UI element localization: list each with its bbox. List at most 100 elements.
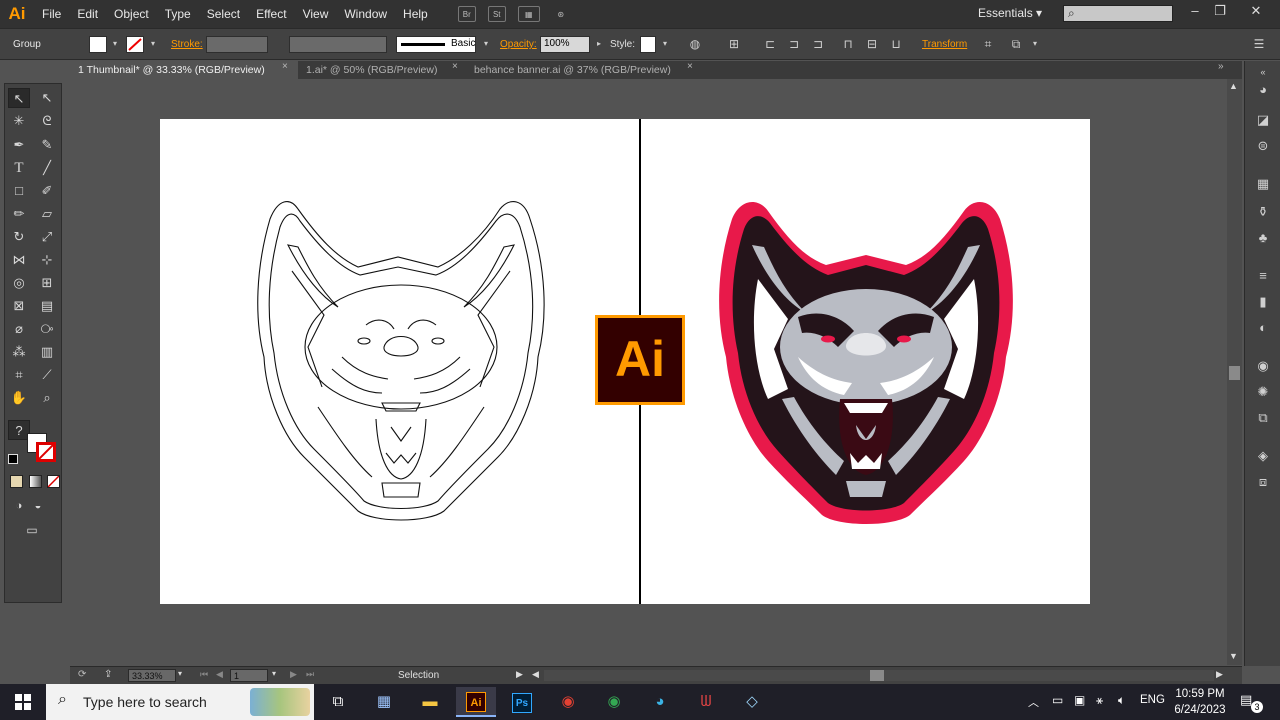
color-guide-icon[interactable]: ◪ (1254, 111, 1272, 129)
variable-width-profile[interactable] (289, 36, 387, 53)
symbol-sprayer-tool-icon[interactable]: ⁂ (8, 342, 30, 362)
restore-button[interactable]: ❐ (1209, 2, 1231, 20)
calculator-app-icon[interactable]: ▦ (364, 687, 404, 717)
graphic-style-swatch[interactable] (640, 36, 656, 53)
rotate-tool-icon[interactable]: ↻ (8, 227, 30, 247)
paintbrush-tool-icon[interactable]: ✐ (36, 181, 58, 201)
chevron-down-icon[interactable]: ▾ (479, 37, 493, 51)
color-mode-button[interactable] (10, 475, 23, 488)
cc-libraries-icon[interactable]: ⊜ (1254, 137, 1272, 155)
system-clock[interactable]: 10:59 PM 6/24/2023 (1170, 686, 1230, 718)
pencil-tool-icon[interactable]: ✏ (8, 204, 30, 224)
wolf-colored-artwork[interactable] (718, 199, 1014, 525)
pen-tool-icon[interactable]: ✒ (8, 135, 30, 155)
column-graph-tool-icon[interactable]: ▥ (36, 342, 58, 362)
share-icon[interactable]: ⇪ (104, 669, 112, 680)
graphic-styles-icon[interactable]: ✺ (1254, 383, 1272, 401)
scrollbar-thumb[interactable] (1229, 366, 1240, 380)
swatches-panel-icon[interactable]: ▦ (1254, 175, 1272, 193)
help-search-input[interactable]: ⌕ (1063, 5, 1173, 22)
slice-tool-icon[interactable]: ⟋ (36, 365, 58, 385)
brushes-panel-icon[interactable]: ⚱ (1254, 203, 1272, 221)
menu-select[interactable]: Select (199, 0, 248, 28)
chevron-down-icon[interactable]: ▾ (272, 669, 276, 678)
appearance-panel-icon[interactable]: ◉ (1254, 357, 1272, 375)
close-tab-icon[interactable]: × (282, 61, 288, 72)
panel-menu-icon[interactable]: ☰ (1252, 37, 1266, 51)
gradient-mode-button[interactable] (29, 475, 42, 488)
fill-stroke-swatches[interactable] (27, 433, 57, 463)
arrange-documents-icon[interactable]: ▦ (517, 6, 540, 22)
close-tab-icon[interactable]: × (687, 61, 693, 72)
artboard[interactable]: Ai (160, 119, 1090, 604)
notes-app-icon[interactable]: ◇ (732, 687, 772, 717)
menu-file[interactable]: File (34, 0, 69, 28)
stock-icon[interactable]: St (487, 6, 506, 22)
isolate-group-icon[interactable]: ⌗ (981, 37, 995, 51)
selection-tool-icon[interactable]: ↖ (8, 88, 30, 108)
gradient-tool-icon[interactable]: ▤ (36, 296, 58, 316)
rectangle-tool-icon[interactable]: □ (8, 181, 30, 201)
artboards-panel-icon[interactable]: ◈ (1254, 447, 1272, 465)
opacity-field[interactable]: 100% (540, 36, 590, 53)
hscroll-left-icon[interactable]: ◀ (532, 669, 539, 680)
horizontal-scrollbar[interactable] (544, 670, 1214, 681)
file-explorer-app-icon[interactable]: ▬ (410, 687, 450, 717)
chevron-down-icon[interactable]: ▾ (658, 37, 672, 51)
artboard-number-field[interactable]: 1 (230, 669, 268, 682)
blend-tool-icon[interactable]: ⧂ (36, 319, 58, 339)
menu-window[interactable]: Window (336, 0, 395, 28)
chrome-profile-app-icon[interactable]: ◉ (594, 687, 634, 717)
tab-behance-banner[interactable]: behance banner.ai @ 37% (RGB/Preview) (466, 61, 702, 79)
align-left-icon[interactable]: ⊏ (763, 37, 777, 51)
hand-tool-icon[interactable]: ✋ (8, 388, 30, 408)
lasso-tool-icon[interactable]: ᘓ (36, 111, 58, 131)
align-right-icon[interactable]: ⊐ (811, 37, 825, 51)
hscroll-right-icon[interactable]: ▶ (1216, 669, 1223, 680)
volume-icon[interactable]: 🔈︎ (1118, 693, 1125, 708)
last-artboard-icon[interactable]: ⏭ (306, 669, 314, 680)
battery-icon[interactable]: ▭ (1052, 693, 1063, 707)
scale-tool-icon[interactable]: ⤢ (36, 227, 58, 247)
menu-object[interactable]: Object (106, 0, 157, 28)
align-bottom-icon[interactable]: ⊔ (889, 37, 903, 51)
tabs-overflow-icon[interactable]: » (1218, 61, 1224, 72)
gpu-performance-icon[interactable]: ⊛ (552, 6, 570, 22)
draw-behind-icon[interactable]: ◒ (27, 496, 49, 516)
next-artboard-icon[interactable]: ▶ (290, 669, 297, 680)
chevron-right-icon[interactable]: ▸ (592, 37, 606, 51)
transparency-panel-icon[interactable]: ◐ (1254, 319, 1272, 337)
previous-artboard-icon[interactable]: ◀ (216, 669, 223, 680)
first-artboard-icon[interactable]: ⏮ (200, 669, 208, 680)
photoshop-app-icon[interactable]: Ps (502, 687, 542, 717)
gradient-panel-icon[interactable]: ▮ (1254, 293, 1272, 311)
align-center-icon[interactable]: ⊐ (787, 37, 801, 51)
menu-type[interactable]: Type (157, 0, 199, 28)
status-menu-icon[interactable]: ▶ (516, 669, 523, 680)
show-hidden-icons-icon[interactable]: ︿ (1028, 694, 1039, 710)
close-tab-icon[interactable]: × (452, 61, 458, 72)
transform-link[interactable]: Transform (922, 39, 967, 50)
hscrollbar-thumb[interactable] (870, 670, 884, 681)
vertical-scrollbar[interactable]: ▲ ▼ (1227, 79, 1242, 665)
task-view-icon[interactable]: ⧉ (318, 687, 358, 717)
taskbar-search-box[interactable]: ⌕ Type here to search (46, 684, 314, 720)
mesh-tool-icon[interactable]: ⊠ (8, 296, 30, 316)
links-panel-icon[interactable]: ⧈ (1254, 473, 1272, 491)
line-segment-tool-icon[interactable]: ╱ (36, 158, 58, 178)
align-top-icon[interactable]: ⊓ (841, 37, 855, 51)
stroke-swatch-large[interactable] (36, 442, 56, 462)
wps-app-icon[interactable]: ᗯ (686, 687, 726, 717)
symbols-panel-icon[interactable]: ♣ (1254, 229, 1272, 247)
rotate-view-icon[interactable]: ⟳ (78, 669, 86, 680)
bridge-icon[interactable]: Br (457, 6, 476, 22)
workspace-switcher[interactable]: Essentials ▾ (978, 6, 1042, 20)
chevron-down-icon[interactable]: ▾ (146, 37, 160, 51)
chrome-app-icon[interactable]: ◉ (548, 687, 588, 717)
minimize-button[interactable]: – (1184, 2, 1206, 20)
laptop-icon[interactable]: ▣ (1074, 693, 1085, 707)
stroke-panel-icon[interactable]: ≡ (1254, 267, 1272, 285)
shape-builder-tool-icon[interactable]: ◎ (8, 273, 30, 293)
tab-thumbnail[interactable]: 1 Thumbnail* @ 33.33% (RGB/Preview) (70, 61, 298, 79)
direct-selection-tool-icon[interactable]: ↖ (36, 88, 58, 108)
